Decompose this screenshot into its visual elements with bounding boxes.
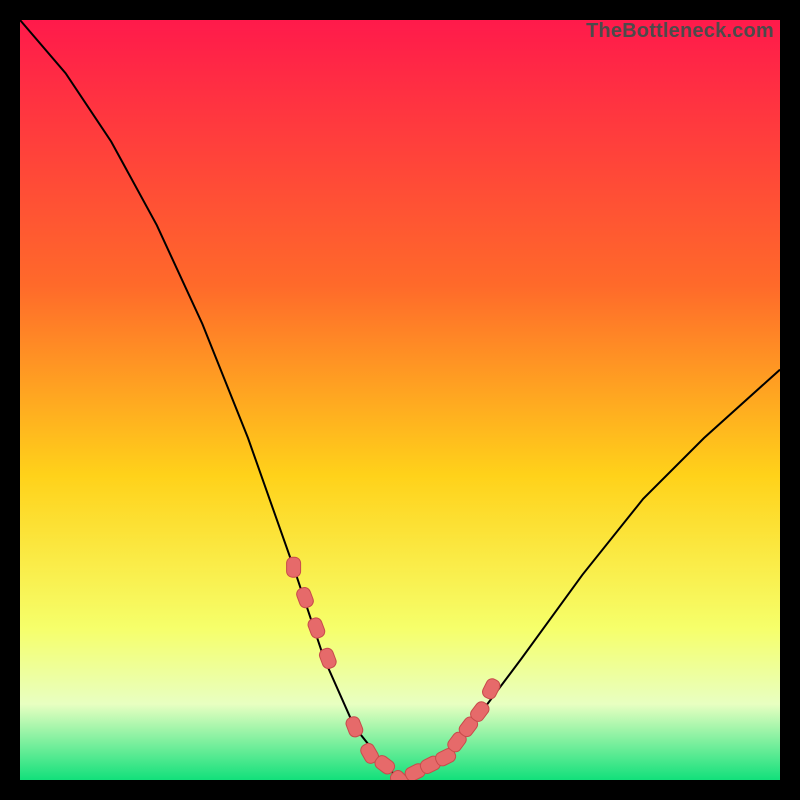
gradient-background	[20, 20, 780, 780]
plot-area	[20, 20, 780, 780]
chart-frame: TheBottleneck.com	[20, 20, 780, 780]
watermark-text: TheBottleneck.com	[586, 20, 774, 43]
curve-marker	[287, 557, 301, 577]
bottleneck-chart-svg	[20, 20, 780, 780]
